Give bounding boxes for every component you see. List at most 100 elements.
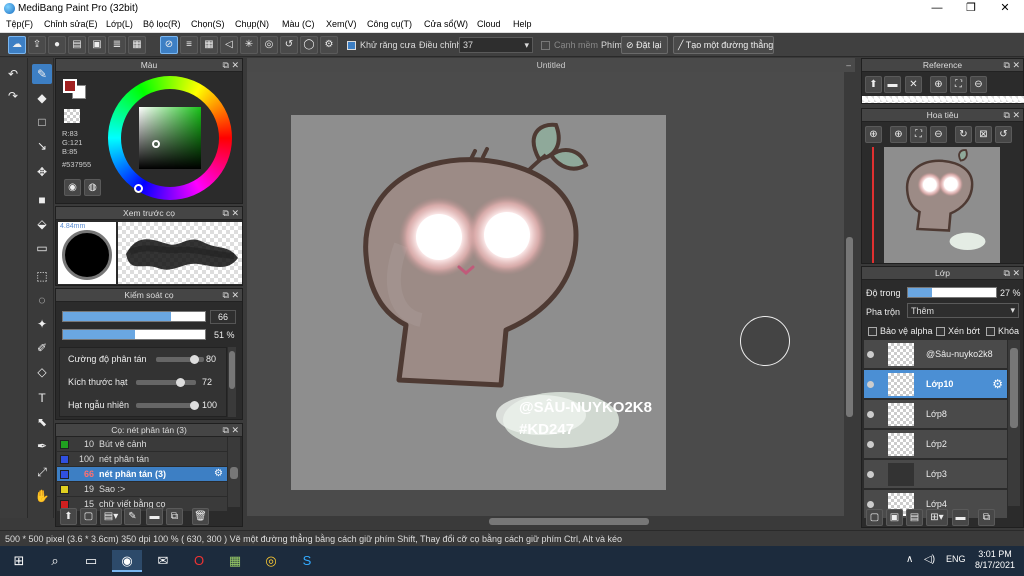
reference-close-icon[interactable]: ✕ [905,76,922,93]
brush-edit-icon[interactable]: ✎ [124,508,141,525]
snap-curve-icon[interactable]: ↺ [280,36,298,54]
game-taskbar-icon[interactable]: ▦ [220,550,250,572]
param-slider-random[interactable] [136,403,196,408]
layer-name[interactable]: @Sâu-nuyko2k8 [926,349,993,359]
color-picker-cursor[interactable] [152,140,160,148]
layer-name[interactable]: Lớp2 [926,439,947,449]
divide-tool-icon[interactable]: ✒ [32,436,52,456]
move-tool-icon[interactable]: ✥ [32,162,52,182]
redo-icon[interactable]: ↷ [3,86,23,106]
nav-fit-icon[interactable]: ⛶ [910,126,927,143]
fill-rect-tool-icon[interactable]: ■ [32,190,52,210]
layer-duplicate-icon[interactable]: ⧉ [978,509,995,526]
layer-name[interactable]: Lớp10 [926,379,953,389]
nav-zoom-out-icon[interactable]: ⊖ [930,126,947,143]
reset-button[interactable]: ⊘ Đặt lại [621,36,668,54]
param-knob-scatter[interactable] [190,355,200,364]
brush-list-item[interactable]: 19 Sao :> [57,482,227,497]
grid-icon[interactable]: ▦ [128,36,146,54]
params-scrollbar[interactable] [228,347,236,417]
brush-new-icon[interactable]: ▢ [80,508,97,525]
select-tool-icon[interactable]: ⬚ [32,266,52,286]
select-pen-icon[interactable]: ✐ [32,338,52,358]
cloud-icon[interactable]: ☁ [8,36,26,54]
line-tool-icon[interactable]: ↘ [32,136,52,156]
clock[interactable]: 3:01 PM 8/17/2021 [972,549,1018,571]
chrome-taskbar-icon[interactable]: ◎ [256,550,286,572]
brush-list-item[interactable]: 10 Bút vẽ cảnh [57,437,227,452]
brush-opacity-bar[interactable] [62,329,206,340]
menu-color[interactable]: Màu (C) [282,19,315,29]
text-tool-icon[interactable]: T [32,388,52,408]
operation-tool-icon[interactable]: ⬉ [32,412,52,432]
clipping-checkbox[interactable] [936,327,945,336]
snap-radial-icon[interactable]: ◁ [220,36,238,54]
layer-new-raster-icon[interactable]: ▣ [886,509,903,526]
saturation-value-square[interactable] [139,107,201,169]
palette-icon[interactable]: ◉ [64,179,81,196]
language-indicator[interactable]: ENG [946,554,966,564]
snap-grid-icon[interactable]: ▦ [200,36,218,54]
medibang-taskbar-icon[interactable]: ◉ [112,550,142,572]
lock-checkbox[interactable] [986,327,995,336]
nav-reset-icon[interactable]: ⊠ [975,126,992,143]
menu-help[interactable]: Help [513,19,532,29]
panel-buttons-icon[interactable]: ⧉ ✕ [223,289,239,302]
canvas[interactable]: @SÂU-NUYKO2K8 #KD247 [291,115,666,490]
brush-list-item[interactable]: 100 nét phân tán [57,452,227,467]
brush-folder-icon[interactable]: ▬ [146,508,163,525]
param-slider-particle-size[interactable] [136,380,196,385]
brush-tool-icon[interactable]: ✎ [32,64,52,84]
layer-row[interactable]: Lớp3 [864,460,1007,489]
reference-zoom-out-icon[interactable]: ⊖ [970,76,987,93]
rectangle-tool-icon[interactable]: □ [32,112,52,132]
menu-window[interactable]: Cửa sổ(W) [424,19,468,29]
transparent-swatch[interactable] [64,109,80,123]
panel-buttons-icon[interactable]: ⧉ ✕ [1004,109,1020,122]
reference-fit-icon[interactable]: ⛶ [950,76,967,93]
menu-cloud[interactable]: Cloud [477,19,501,29]
nav-zoom-in-2-icon[interactable]: ⊕ [890,126,907,143]
brush-add-menu-icon[interactable]: ▤▾ [100,508,122,525]
layer-row[interactable]: Lớp10 ⚙ [864,370,1007,399]
eye-icon[interactable] [867,501,874,508]
layer-name[interactable]: Lớp4 [926,499,947,509]
param-knob-random[interactable] [190,401,199,410]
nav-rotate-back-icon[interactable]: ↺ [995,126,1012,143]
snap-circle-icon[interactable]: ◎ [260,36,278,54]
layer-row[interactable]: @Sâu-nuyko2k8 [864,340,1007,369]
close-button[interactable]: ✕ [988,0,1022,17]
menu-layer[interactable]: Lớp(L) [106,19,133,29]
menu-view[interactable]: Xem(V) [326,19,357,29]
nav-zoom-in-icon[interactable]: ⊕ [865,126,882,143]
menu-snap[interactable]: Chụp(N) [235,19,269,29]
eye-icon[interactable] [867,471,874,478]
gradient-tool-icon[interactable]: ▭ [32,238,52,258]
bucket-tool-icon[interactable]: ⬙ [32,214,52,234]
primary-color-swatch[interactable] [63,79,77,93]
undo-icon[interactable]: ↶ [3,64,23,84]
snap-off-icon[interactable]: ⊘ [160,36,178,54]
task-view-icon[interactable]: ▭ [76,550,106,572]
antialias-checkbox[interactable] [347,41,356,50]
snap-ellipse-icon[interactable]: ◯ [300,36,318,54]
layer-new-icon[interactable]: ▢ [866,509,883,526]
param-knob-particle-size[interactable] [175,378,185,387]
hue-wheel[interactable] [108,76,232,200]
hand-tool-icon[interactable]: ✋ [32,486,52,506]
eye-icon[interactable] [867,411,874,418]
menu-select[interactable]: Chọn(S) [191,19,225,29]
magic-wand-icon[interactable]: ✦ [32,314,52,334]
layer-row[interactable]: Lớp2 [864,430,1007,459]
menu-filter[interactable]: Bộ lọc(R) [143,19,181,29]
tray-chevron-icon[interactable]: ∧ [906,554,913,565]
panel-buttons-icon[interactable]: ⧉ ✕ [1004,59,1020,72]
navigator-thumbnail[interactable] [884,147,1000,263]
eye-icon[interactable] [867,441,874,448]
brush-delete-icon[interactable]: 🗑 [192,508,209,525]
share-icon[interactable]: ⇪ [28,36,46,54]
search-icon[interactable]: ⌕ [40,550,70,572]
skype-taskbar-icon[interactable]: S [292,550,322,572]
protect-alpha-checkbox[interactable] [868,327,877,336]
blend-mode-select[interactable]: Thêm ▾ [907,303,1019,318]
